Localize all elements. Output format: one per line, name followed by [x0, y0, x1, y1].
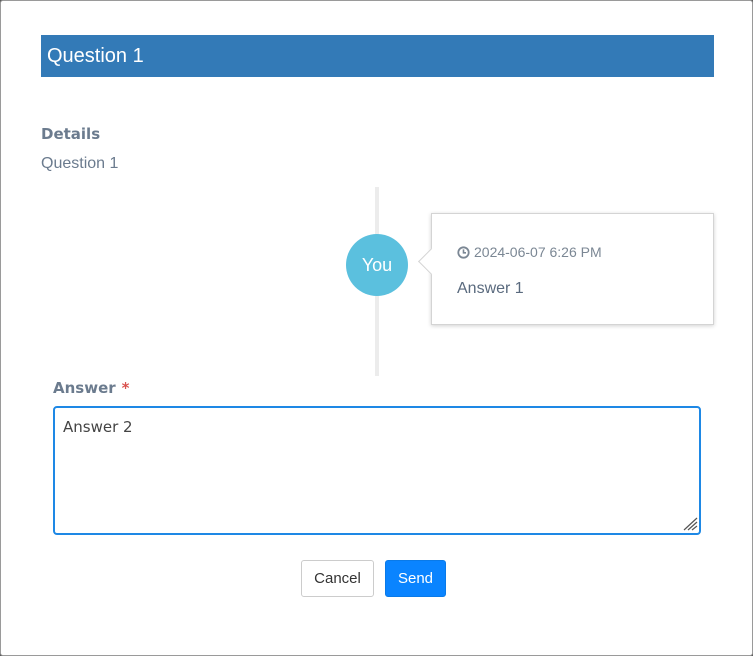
timestamp-text: 2024-06-07 6:26 PM [474, 244, 602, 260]
bubble-arrow [418, 248, 445, 275]
required-marker: * [121, 379, 130, 397]
dialog-header: Question 1 [41, 35, 714, 77]
avatar: You [346, 234, 408, 296]
entry-timestamp: 2024-06-07 6:26 PM [457, 244, 602, 260]
details-label: Details [41, 125, 101, 143]
resize-grip-icon[interactable] [680, 515, 698, 531]
answer-label: Answer * [53, 379, 130, 397]
avatar-label: You [361, 254, 393, 275]
clock-icon [457, 245, 470, 259]
cancel-button[interactable]: Cancel [301, 560, 374, 597]
details-value: Question 1 [41, 155, 119, 172]
entry-answer: Answer 1 [457, 280, 524, 297]
send-button[interactable]: Send [385, 560, 446, 597]
answer-textarea[interactable]: Answer 2 [53, 406, 701, 535]
answer-label-text: Answer [53, 379, 116, 397]
timeline-entry: 2024-06-07 6:26 PM Answer 1 [418, 213, 714, 325]
dialog-title: Question 1 [47, 45, 144, 67]
question-dialog: Question 1 Details Question 1 You 2024-0… [0, 0, 753, 656]
